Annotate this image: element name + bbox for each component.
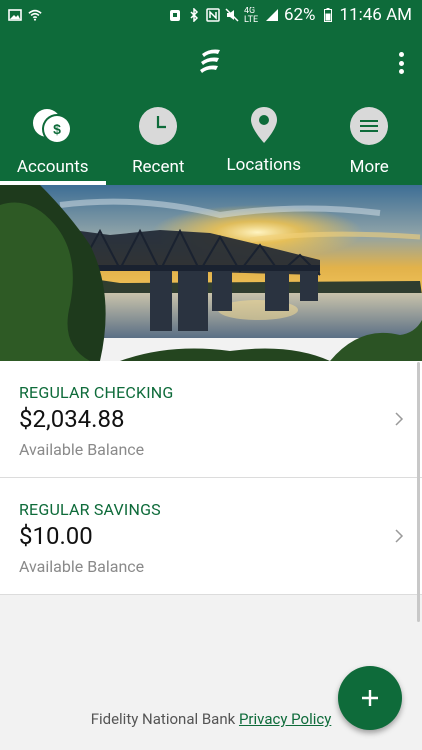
image-notification-icon: [8, 9, 22, 21]
overflow-dot-icon: [398, 60, 404, 66]
status-bar-right: 4G LTE 62% 11:46 AM: [168, 5, 412, 25]
nfc-icon: [206, 8, 220, 22]
hero-bridge-image: [0, 185, 422, 361]
bank-name: Fidelity National Bank: [90, 710, 236, 728]
menu-icon: [350, 107, 389, 145]
status-bar: 4G LTE 62% 11:46 AM: [0, 0, 422, 30]
wifi-icon: [28, 9, 42, 21]
tab-accounts[interactable]: $ Accounts: [0, 105, 106, 185]
app-bar: $ Accounts Recent Locations More: [0, 30, 422, 185]
mute-icon: [225, 8, 239, 22]
clock-icon: [139, 107, 178, 145]
tab-more[interactable]: More: [317, 105, 422, 185]
plus-icon: [362, 690, 378, 706]
tab-accounts-label: Accounts: [16, 157, 89, 177]
battery-percent: 62%: [283, 5, 316, 25]
svg-text:$: $: [53, 121, 61, 137]
balance-label: Available Balance: [19, 440, 145, 459]
balance-label: Available Balance: [19, 557, 145, 576]
chevron-right-icon: [395, 529, 404, 543]
account-name: REGULAR CHECKING: [19, 383, 174, 402]
account-balance: $2,034.88: [19, 405, 125, 433]
accounts-icon: $: [32, 109, 72, 144]
bluetooth-icon: [190, 8, 199, 22]
signal-icon: [265, 9, 278, 21]
location-pin-icon: [250, 107, 277, 143]
privacy-policy-link[interactable]: Privacy Policy: [239, 710, 331, 728]
add-button[interactable]: [338, 666, 402, 730]
account-card-checking[interactable]: REGULAR CHECKING $2,034.88 Available Bal…: [0, 361, 422, 478]
tab-more-label: More: [349, 157, 389, 177]
bank-logo-icon: [200, 49, 220, 73]
overflow-menu-button[interactable]: [398, 52, 404, 74]
tab-bar: $ Accounts Recent Locations More: [0, 105, 422, 185]
battery-icon: [323, 8, 332, 22]
overflow-dot-icon: [398, 52, 404, 57]
account-card-savings[interactable]: REGULAR SAVINGS $10.00 Available Balance: [0, 478, 422, 595]
chevron-right-icon: [395, 412, 404, 426]
account-name: REGULAR SAVINGS: [19, 500, 161, 519]
alarm-lock-icon: [169, 10, 180, 21]
tab-recent-label: Recent: [132, 157, 185, 177]
tab-locations-label: Locations: [226, 155, 302, 175]
status-bar-left: [8, 8, 42, 22]
clock-time: 11:46 AM: [339, 5, 412, 25]
overflow-dot-icon: [398, 69, 404, 74]
account-balance: $10.00: [19, 522, 93, 550]
network-type-label: 4G LTE: [243, 7, 259, 23]
scrollbar[interactable]: [417, 362, 420, 622]
tab-locations[interactable]: Locations: [211, 105, 317, 185]
tab-recent[interactable]: Recent: [106, 105, 212, 185]
